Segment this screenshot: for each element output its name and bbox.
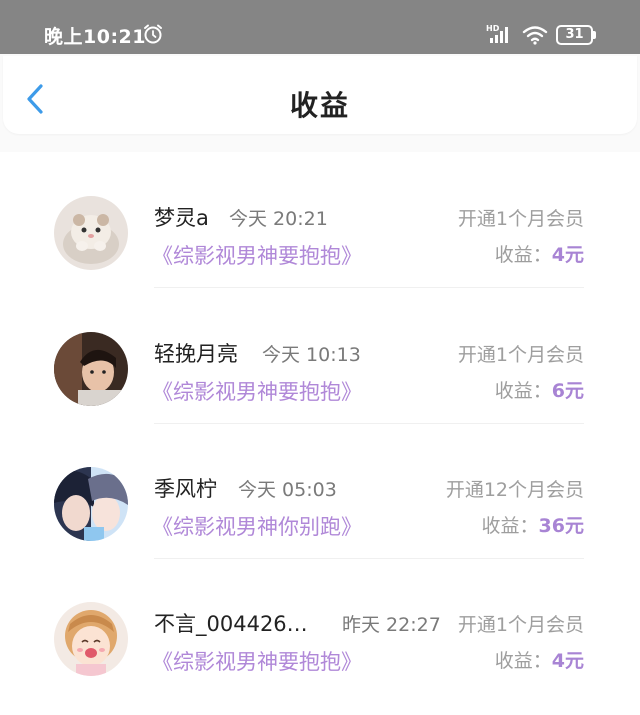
novel-title-link[interactable]: 《综影视男神要抱抱》 <box>152 646 362 676</box>
page-title: 收益 <box>289 89 350 122</box>
battery-level: 31 <box>565 27 584 42</box>
record-time: 今天 10:13 <box>262 344 361 366</box>
earning-amount: 收益：4元 <box>494 244 584 266</box>
membership-type: 开通12个月会员 <box>445 479 584 501</box>
membership-type: 开通1个月会员 <box>457 344 584 366</box>
photo-avatar[interactable] <box>54 332 128 406</box>
novel-title-link[interactable]: 《综影视男神要抱抱》 <box>152 376 362 406</box>
record-time: 昨天 22:27 <box>342 614 441 636</box>
username: 轻挽月亮 <box>154 342 238 366</box>
hd-signal-icon: HD <box>486 24 508 43</box>
amount-value: 4元 <box>551 650 584 672</box>
wifi-icon <box>522 26 548 45</box>
novel-title-link[interactable]: 《综影视男神你别跑》 <box>152 511 362 541</box>
alarm-icon <box>144 24 162 44</box>
amount-value: 36元 <box>538 515 584 537</box>
cartoon-girl-avatar[interactable] <box>54 602 128 676</box>
earning-record[interactable]: 季风柠 今天 05:03 《综影视男神你别跑》 开通12个月会员 收益：36元 <box>0 423 640 559</box>
membership-type: 开通1个月会员 <box>457 208 584 230</box>
status-bar: 晚上10:21 HD 31 <box>0 0 640 54</box>
earning-record[interactable]: 轻挽月亮 今天 10:13 《综影视男神要抱抱》 开通1个月会员 收益：6元 <box>0 288 640 424</box>
earning-amount: 收益：4元 <box>494 650 584 672</box>
record-time: 今天 20:21 <box>229 208 328 230</box>
hamster-avatar[interactable] <box>54 196 128 270</box>
status-time: 晚上10:21 <box>44 26 146 48</box>
earning-record[interactable]: 梦灵a 今天 20:21 《综影视男神要抱抱》 开通1个月会员 收益：4元 <box>0 152 640 288</box>
earning-record[interactable]: 不言_004426… 昨天 22:27 《综影视男神要抱抱》 开通1个月会员 收… <box>0 558 640 694</box>
battery-icon: 31 <box>556 25 598 45</box>
svg-text:HD: HD <box>486 24 500 33</box>
username: 不言_004426… <box>154 612 308 636</box>
anime-avatar[interactable] <box>54 467 128 541</box>
novel-title-link[interactable]: 《综影视男神要抱抱》 <box>152 240 362 270</box>
username: 季风柠 <box>154 477 217 501</box>
amount-value: 6元 <box>551 380 584 402</box>
earnings-list: 梦灵a 今天 20:21 《综影视男神要抱抱》 开通1个月会员 收益：4元 轻挽… <box>0 152 640 715</box>
membership-type: 开通1个月会员 <box>457 614 584 636</box>
earning-amount: 收益：36元 <box>481 515 584 537</box>
record-time: 今天 05:03 <box>238 479 337 501</box>
earning-amount: 收益：6元 <box>494 380 584 402</box>
amount-value: 4元 <box>551 244 584 266</box>
header-bar: 收益 <box>3 56 637 134</box>
username: 梦灵a <box>154 206 209 230</box>
